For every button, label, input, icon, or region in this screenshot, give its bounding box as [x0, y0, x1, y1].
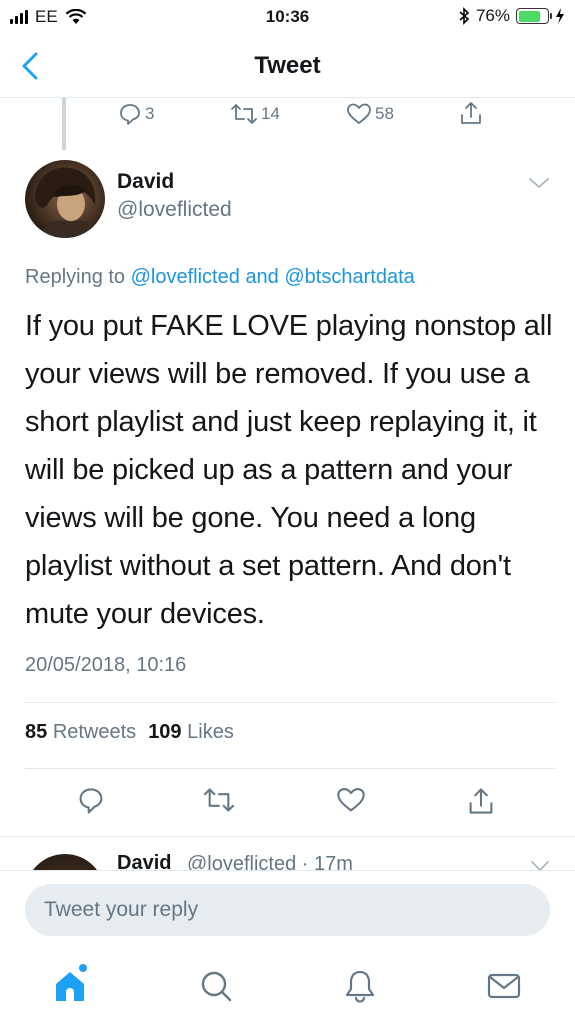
reply-input[interactable]: [25, 884, 550, 936]
tweet-author: David @loveflicted: [25, 160, 555, 240]
battery-percent: 76%: [475, 6, 510, 25]
page-title: Tweet: [254, 52, 321, 79]
tab-home[interactable]: [50, 964, 90, 1006]
mention-link-1[interactable]: @loveflicted: [131, 266, 240, 288]
retweet-total: 85: [25, 721, 48, 743]
mention-link-2[interactable]: @btschartdata: [284, 266, 414, 288]
avatar[interactable]: [25, 160, 105, 238]
reply-bar: [0, 870, 575, 952]
tweet-timestamp: 20/05/2018, 10:16: [25, 654, 187, 676]
bell-icon: [345, 970, 375, 1003]
search-icon: [201, 971, 232, 1002]
battery-icon: [516, 8, 552, 24]
share-action[interactable]: [458, 100, 484, 126]
share-button[interactable]: [466, 786, 496, 816]
home-icon: [56, 972, 84, 1001]
retweet-label: Retweets: [52, 721, 137, 743]
retweet-icon: [231, 104, 257, 124]
battery-fill: [518, 10, 540, 22]
tweet-text: If you put FAKE LOVE playing nonstop all…: [25, 310, 553, 630]
nav-bar: Tweet: [0, 36, 575, 98]
like-count: 58: [375, 104, 394, 123]
retweet-count: 14: [261, 104, 280, 123]
retweet-action[interactable]: 14: [230, 102, 280, 126]
charging-icon: [556, 8, 564, 24]
replying-to: Replying to @loveflicted and @btschartda…: [25, 266, 415, 289]
share-icon: [461, 102, 481, 124]
replying-and[interactable]: and: [245, 266, 278, 288]
reply-count: 3: [145, 104, 155, 123]
status-bar: EE 10:36 76%: [0, 0, 575, 36]
like-action[interactable]: 58: [346, 102, 394, 126]
like-total: 109: [148, 721, 182, 743]
reply-button[interactable]: [77, 786, 105, 816]
author-name[interactable]: David: [117, 170, 174, 194]
tweet-stats: 85 Retweets 109 Likes: [25, 721, 234, 744]
share-icon: [469, 788, 493, 814]
like-label: Likes: [187, 721, 234, 743]
heart-icon: [337, 788, 365, 812]
bluetooth-icon: [459, 7, 470, 25]
retweet-icon: [203, 788, 235, 812]
reply-icon: [120, 104, 140, 125]
divider: [25, 702, 555, 703]
reply-icon: [79, 788, 103, 814]
tab-notifications[interactable]: [340, 966, 380, 1006]
status-right: 76%: [458, 6, 565, 26]
avatar-photo: [35, 167, 101, 238]
like-button[interactable]: [336, 786, 366, 814]
mail-icon: [487, 973, 521, 999]
prev-tweet-actions: 3 14 58: [0, 98, 575, 130]
divider: [0, 836, 575, 837]
author-handle[interactable]: @loveflicted: [117, 198, 232, 222]
likes-stat[interactable]: 109 Likes: [148, 721, 234, 744]
notification-dot: [79, 964, 87, 972]
tab-bar: [0, 952, 575, 1024]
retweets-stat[interactable]: 85 Retweets: [25, 721, 136, 744]
retweet-button[interactable]: [202, 786, 236, 814]
replying-prefix: Replying to: [25, 266, 126, 288]
reply-action[interactable]: 3: [118, 102, 154, 126]
tab-search[interactable]: [196, 966, 236, 1006]
tab-messages[interactable]: [484, 966, 524, 1006]
heart-icon: [347, 103, 371, 124]
chevron-down-icon[interactable]: [528, 176, 550, 190]
divider: [25, 768, 555, 769]
tweet-actions: [0, 786, 575, 820]
